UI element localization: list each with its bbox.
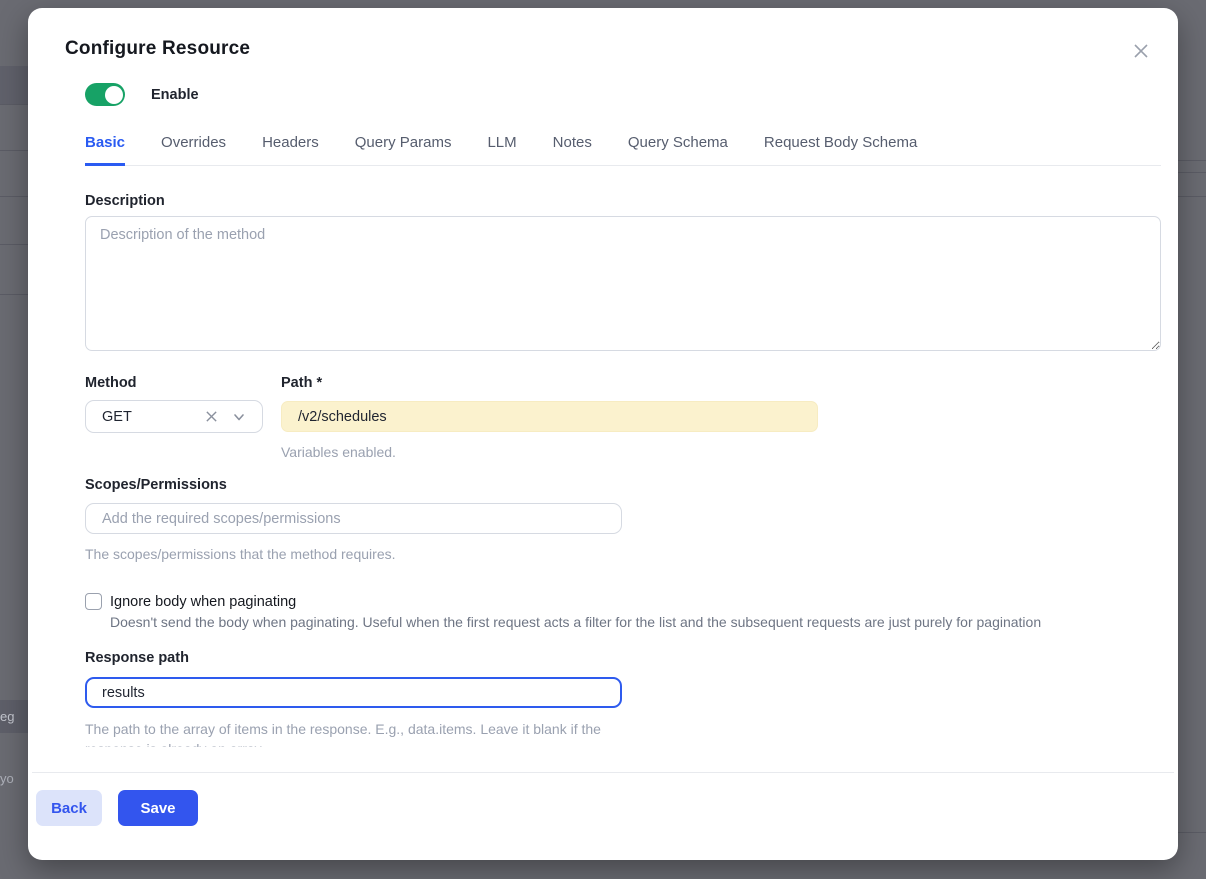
screen: eg yo Configure Resource Enable Basic Ov… bbox=[0, 0, 1206, 879]
scopes-helper-text: The scopes/permissions that the method r… bbox=[85, 546, 396, 562]
background-text-fragment: eg bbox=[0, 709, 14, 724]
response-path-label: Response path bbox=[85, 650, 189, 666]
description-textarea[interactable] bbox=[85, 216, 1161, 351]
tab-llm[interactable]: LLM bbox=[487, 128, 516, 165]
ignore-body-helper-text: Doesn't send the body when paginating. U… bbox=[110, 614, 1110, 630]
tab-headers[interactable]: Headers bbox=[262, 128, 319, 165]
scopes-input[interactable] bbox=[85, 503, 622, 534]
path-input[interactable] bbox=[281, 401, 818, 432]
tab-request-body-schema[interactable]: Request Body Schema bbox=[764, 128, 917, 165]
scopes-label: Scopes/Permissions bbox=[85, 477, 227, 493]
method-label: Method bbox=[85, 375, 137, 391]
close-icon-glyph bbox=[1133, 43, 1149, 59]
response-path-helper-text: The path to the array of items in the re… bbox=[85, 719, 630, 747]
background-divider bbox=[0, 196, 28, 197]
ignore-body-label[interactable]: Ignore body when paginating bbox=[110, 594, 296, 610]
ignore-body-checkbox[interactable] bbox=[85, 593, 102, 610]
clear-icon[interactable] bbox=[200, 406, 222, 428]
background-divider bbox=[1178, 196, 1206, 197]
ignore-body-row: Ignore body when paginating bbox=[85, 593, 296, 610]
tab-query-params[interactable]: Query Params bbox=[355, 128, 452, 165]
method-select[interactable]: GET bbox=[85, 400, 263, 433]
save-button[interactable]: Save bbox=[118, 790, 198, 826]
enable-toggle-row: Enable bbox=[85, 83, 199, 106]
back-button[interactable]: Back bbox=[36, 790, 102, 826]
background-row-highlight bbox=[0, 66, 28, 105]
configure-resource-modal: Configure Resource Enable Basic Override… bbox=[28, 8, 1178, 860]
modal-title: Configure Resource bbox=[65, 38, 250, 60]
tab-bar: Basic Overrides Headers Query Params LLM… bbox=[85, 128, 1161, 166]
response-path-input[interactable] bbox=[85, 677, 622, 708]
background-divider bbox=[0, 104, 28, 105]
footer-divider bbox=[32, 772, 1174, 773]
background-divider bbox=[0, 244, 28, 245]
toggle-knob bbox=[105, 86, 123, 104]
background-divider bbox=[1178, 172, 1206, 173]
path-helper-text: Variables enabled. bbox=[281, 444, 396, 460]
background-divider bbox=[1178, 160, 1206, 161]
close-icon[interactable] bbox=[1126, 36, 1156, 66]
chevron-down-icon[interactable] bbox=[228, 406, 250, 428]
response-path-helper-clip: The path to the array of items in the re… bbox=[85, 719, 630, 747]
background-divider bbox=[0, 294, 28, 295]
tab-basic[interactable]: Basic bbox=[85, 128, 125, 166]
tab-overrides[interactable]: Overrides bbox=[161, 128, 226, 165]
tab-query-schema[interactable]: Query Schema bbox=[628, 128, 728, 165]
method-select-value: GET bbox=[102, 409, 200, 425]
enable-toggle[interactable] bbox=[85, 83, 125, 106]
background-divider bbox=[1178, 832, 1206, 833]
enable-toggle-label: Enable bbox=[151, 87, 199, 103]
description-label: Description bbox=[85, 193, 165, 209]
path-label: Path * bbox=[281, 375, 322, 391]
background-divider bbox=[0, 150, 28, 151]
tab-notes[interactable]: Notes bbox=[553, 128, 592, 165]
modal-footer: Back Save bbox=[36, 790, 198, 826]
background-text-fragment: yo bbox=[0, 771, 14, 786]
